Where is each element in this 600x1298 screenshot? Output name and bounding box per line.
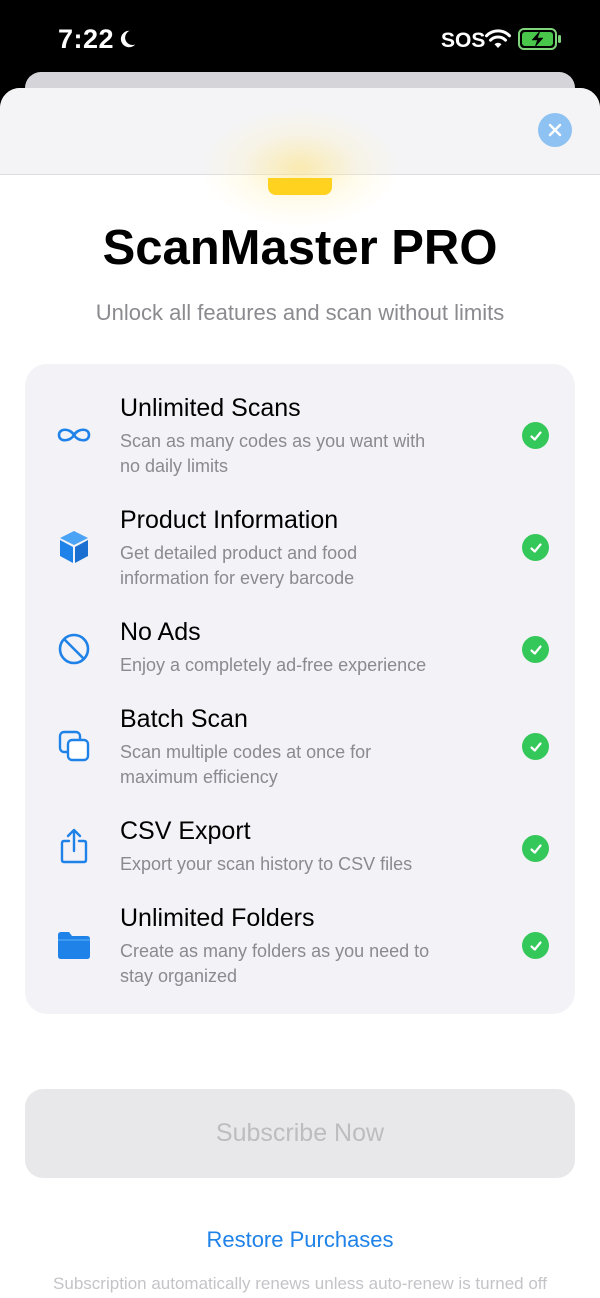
feature-title: Batch Scan [120, 705, 248, 733]
cube-icon [53, 526, 95, 568]
copy-icon [53, 725, 95, 767]
close-button[interactable] [538, 113, 572, 147]
close-icon [548, 123, 562, 137]
share-icon [53, 825, 95, 867]
status-sos: SOS [441, 29, 486, 52]
feature-title: CSV Export [120, 817, 251, 845]
wifi-icon [485, 29, 511, 48]
check-icon [522, 932, 549, 959]
check-icon [522, 835, 549, 862]
infinity-icon [53, 414, 95, 456]
paywall-sheet: ScanMaster PRO Unlock all features and s… [0, 88, 600, 1298]
feature-title: No Ads [120, 618, 201, 646]
moon-icon [120, 30, 136, 48]
feature-description: Scan multiple codes at once for maximum … [120, 742, 372, 787]
feature-title: Unlimited Scans [120, 394, 301, 422]
features-list: Unlimited Scans Scan as many codes as yo… [25, 364, 575, 1014]
feature-description: Get detailed product and food informatio… [120, 543, 358, 588]
page-title: ScanMaster PRO [102, 221, 498, 275]
feature-description: Scan as many codes as you want with no d… [120, 431, 426, 476]
feature-description: Enjoy a completely ad-free experience [120, 655, 427, 675]
no-symbol-icon [53, 628, 95, 670]
feature-title: Product Information [120, 506, 339, 534]
feature-description: Export your scan history to CSV files [120, 854, 413, 874]
check-icon [522, 733, 549, 760]
check-icon [522, 636, 549, 663]
status-bar: 7:22 SOS [0, 0, 600, 80]
check-icon [522, 534, 549, 561]
restore-purchases-link[interactable]: Restore Purchases [0, 1227, 600, 1253]
battery-charging-icon [518, 28, 561, 50]
feature-description: Create as many folders as you need to st… [120, 941, 430, 986]
status-time: 7:22 [58, 24, 115, 54]
subscribe-button[interactable]: Subscribe Now [25, 1089, 575, 1178]
folder-icon [53, 924, 95, 966]
feature-title: Unlimited Folders [120, 904, 315, 932]
subscription-terms-note: Subscription automatically renews unless… [53, 1274, 547, 1293]
check-icon [522, 422, 549, 449]
page-subtitle: Unlock all features and scan without lim… [95, 300, 505, 325]
glow-decoration [200, 108, 400, 228]
pro-badge-icon [268, 178, 332, 195]
